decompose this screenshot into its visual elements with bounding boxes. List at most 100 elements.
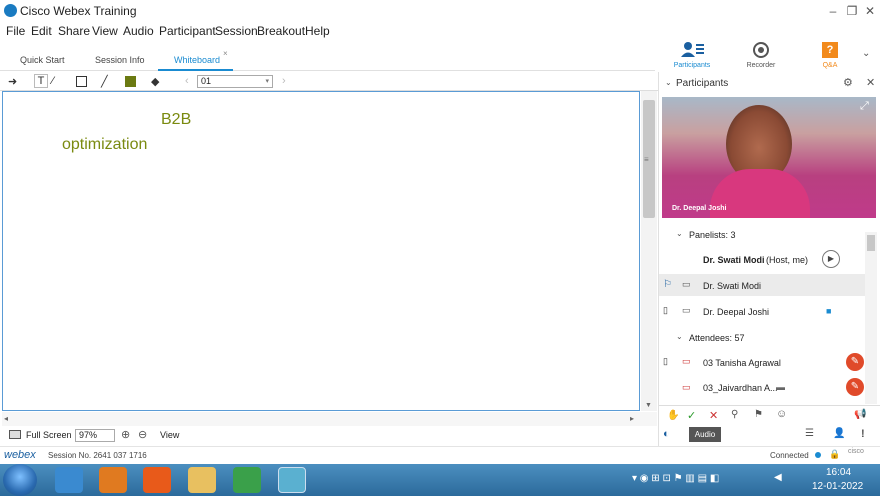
close-panel-icon[interactable]: ✕ — [866, 76, 875, 89]
tab-close-icon[interactable]: × — [223, 49, 228, 58]
page-selector[interactable]: 01 ▾ — [197, 75, 273, 88]
panelist-camera-icon[interactable]: ■ — [826, 306, 831, 316]
participants-button[interactable]: Participants — [667, 62, 717, 69]
list-view-icon[interactable]: ☰ — [805, 428, 814, 439]
mute-mic-icon-2[interactable]: ✎ — [846, 378, 864, 396]
attendee-name-2[interactable]: 03_Jaivardhan A... — [703, 383, 778, 393]
connection-status: Connected — [770, 451, 809, 460]
scroll-right-icon[interactable]: ▸ — [630, 414, 634, 423]
participants-icon[interactable] — [680, 40, 706, 60]
menu-audio[interactable]: Audio — [123, 24, 154, 38]
mute-mic-icon[interactable]: ✎ — [846, 353, 864, 371]
internet-explorer-icon[interactable] — [55, 467, 83, 493]
session-number: Session No. 2641 037 1716 — [48, 451, 147, 460]
attendees-header[interactable]: Attendees: 57 — [689, 333, 745, 343]
alert-icon[interactable]: ! — [861, 428, 865, 440]
line-tool-icon[interactable]: ⁄ — [52, 75, 54, 87]
whiteboard-bottom-bar: Full Screen 97% ⊕ ⊖ View — [0, 426, 658, 444]
expand-video-icon[interactable]: ⤢ — [860, 100, 869, 113]
taskbar-date[interactable]: 12-01-2022 — [812, 481, 863, 492]
color-picker-icon[interactable] — [125, 76, 136, 87]
host-camera-icon[interactable]: ▶ — [822, 250, 840, 268]
pen-tool-icon[interactable]: ╱ — [101, 75, 108, 88]
chevron-down-icon[interactable]: ⌄ — [862, 48, 870, 59]
panelists-chevron-icon[interactable]: ⌄ — [676, 229, 683, 238]
scroll-left-icon[interactable]: ◂ — [4, 414, 8, 423]
presenter-ball-icon[interactable]: ⚐ — [663, 279, 672, 290]
scroll-down-icon[interactable]: ▼ — [645, 402, 652, 409]
scroll-grip-icon: ≡ — [644, 155, 649, 164]
zoom-out-icon[interactable]: ⊖ — [138, 428, 147, 441]
window-title: Cisco Webex Training — [20, 4, 137, 18]
webex-taskbar-icon[interactable] — [278, 467, 306, 493]
menu-session[interactable]: Session — [215, 24, 258, 38]
volume-icon[interactable]: ◀ — [774, 472, 782, 483]
rectangle-tool-icon[interactable] — [76, 76, 87, 87]
attendees-chevron-icon[interactable]: ⌄ — [676, 332, 683, 341]
menu-help[interactable]: Help — [305, 24, 330, 38]
menu-edit[interactable]: Edit — [31, 24, 52, 38]
speed-icon[interactable]: ⚲ — [731, 409, 738, 420]
menu-share[interactable]: Share — [58, 24, 90, 38]
yes-check-icon[interactable]: ✓ — [687, 409, 696, 422]
recorder-button[interactable]: Recorder — [736, 62, 786, 69]
qa-icon[interactable]: ? — [822, 42, 838, 58]
qa-button[interactable]: Q&A — [805, 62, 855, 69]
pointer-arrow-icon[interactable]: ➜ — [8, 75, 17, 88]
panelist-name-1[interactable]: Dr. Swati Modi — [703, 281, 761, 291]
view-menu[interactable]: View — [160, 430, 179, 440]
menu-participant[interactable]: Participant — [159, 24, 216, 38]
video-speaker-name: Dr. Deepal Joshi — [672, 205, 727, 212]
start-button[interactable] — [3, 464, 37, 496]
taskbar-time[interactable]: 16:04 — [826, 467, 851, 478]
gear-icon[interactable]: ⚙ — [843, 76, 853, 89]
maximize-button[interactable]: ❐ — [843, 2, 861, 20]
zoom-selector[interactable]: 97% — [75, 429, 115, 442]
full-screen-button[interactable]: Full Screen — [26, 430, 72, 440]
full-screen-icon[interactable] — [9, 430, 21, 439]
previous-page-icon[interactable]: ‹ — [185, 75, 189, 87]
monitor-audio-icon: ▭ — [682, 305, 691, 315]
emoticon-icon[interactable]: ☺ — [776, 408, 787, 420]
collapse-panel-icon[interactable]: ⌄ — [665, 78, 672, 87]
minimize-button[interactable]: – — [824, 2, 842, 20]
chrome-icon[interactable] — [233, 467, 261, 493]
system-tray-icons[interactable]: ▾ ◉ ⊞ ⊡ ⚑ ▥ ▤ ◧ — [632, 473, 719, 484]
whiteboard-text-optimization[interactable]: optimization — [62, 136, 147, 154]
eraser-icon[interactable]: ◆ — [151, 75, 159, 88]
add-participant-icon[interactable]: 👤 — [833, 428, 845, 439]
recorder-icon[interactable] — [753, 42, 769, 58]
panelists-header[interactable]: Panelists: 3 — [689, 230, 736, 240]
file-explorer-icon[interactable] — [188, 467, 216, 493]
horizontal-scrollbar[interactable]: ◂ ▸ — [2, 412, 657, 426]
panelist-name-2[interactable]: Dr. Deepal Joshi — [703, 307, 769, 317]
active-speaker-video[interactable]: Dr. Deepal Joshi ⤢ — [662, 97, 876, 218]
no-cross-icon[interactable]: ✕ — [709, 409, 718, 422]
zoom-in-icon[interactable]: ⊕ — [121, 428, 130, 441]
monitor-icon: ▭ — [682, 279, 691, 289]
panel-scroll-thumb[interactable] — [867, 235, 875, 251]
whiteboard-canvas[interactable]: B2B optimization — [2, 91, 640, 411]
panel-scrollbar[interactable] — [865, 232, 877, 404]
close-button[interactable]: ✕ — [861, 2, 879, 20]
audio-connection-icon[interactable]: ◐ — [663, 428, 670, 440]
media-player-icon[interactable] — [99, 467, 127, 493]
tab-whiteboard[interactable]: Whiteboard — [174, 55, 220, 65]
raise-hand-icon[interactable]: ✋ — [667, 410, 679, 421]
whiteboard-text-b2b[interactable]: B2B — [161, 111, 191, 129]
firefox-icon[interactable] — [143, 467, 171, 493]
whiteboard-toolbar: ➜ T ⁄ ╱ ◆ ‹ 01 ▾ › — [0, 73, 658, 91]
menu-file[interactable]: File — [6, 24, 25, 38]
next-page-icon[interactable]: › — [282, 75, 286, 87]
webex-brand: webex — [4, 449, 36, 461]
text-tool-icon[interactable]: T — [34, 74, 48, 88]
megaphone-icon[interactable]: 📢 — [854, 409, 866, 420]
connected-dot-icon — [815, 452, 821, 458]
menu-breakout[interactable]: Breakout — [257, 24, 305, 38]
away-icon[interactable]: ⚑ — [754, 409, 763, 420]
attendee-name-1[interactable]: 03 Tanisha Agrawal — [703, 358, 781, 368]
tab-session-info[interactable]: Session Info — [95, 55, 145, 65]
tab-quick-start[interactable]: Quick Start — [20, 55, 65, 65]
menu-view[interactable]: View — [92, 24, 118, 38]
menu-bar: File Edit Share View Audio Participant S… — [0, 22, 880, 40]
